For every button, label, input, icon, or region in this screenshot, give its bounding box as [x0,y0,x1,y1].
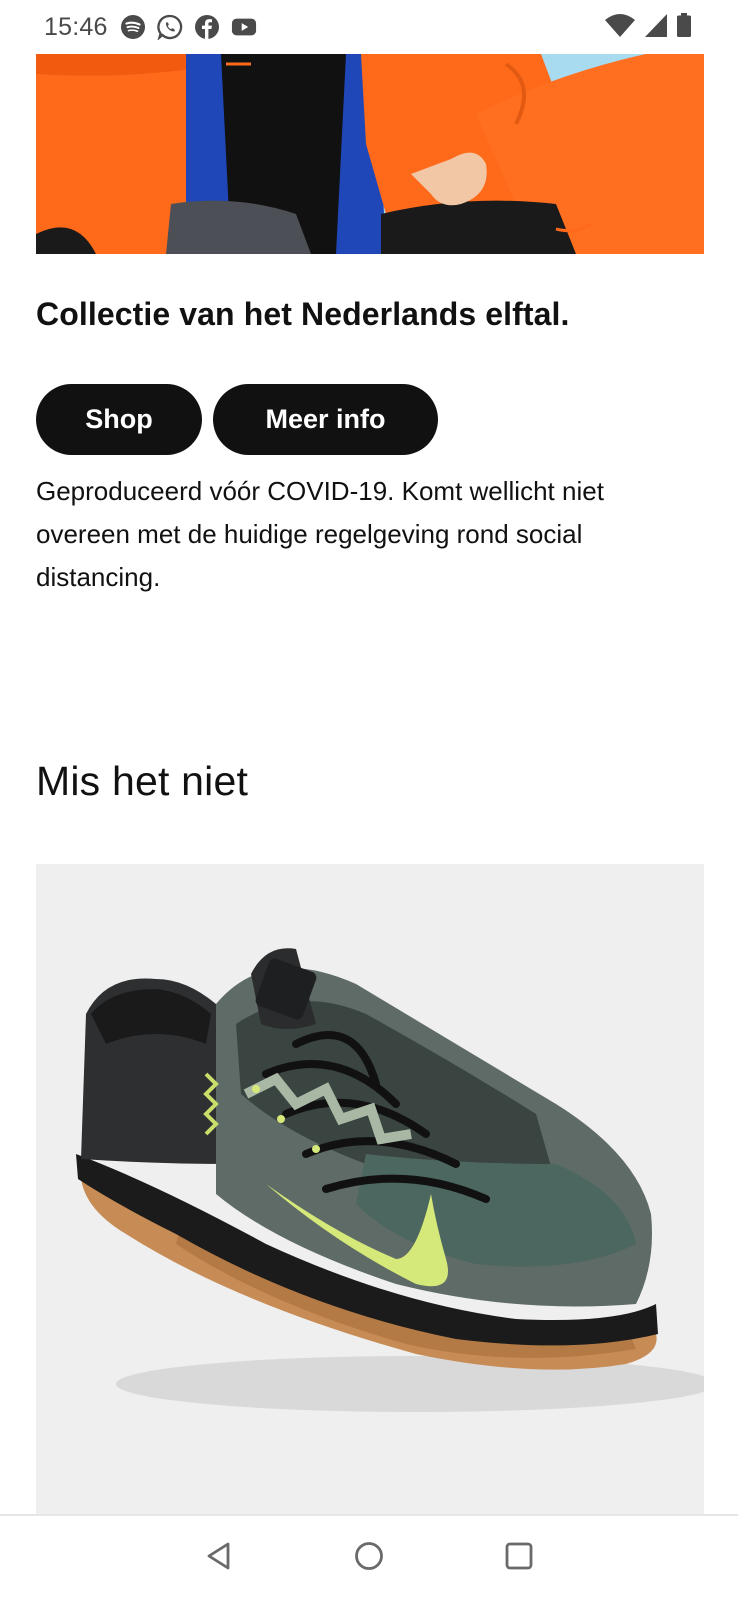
section-title: Mis het niet [36,758,249,804]
shoe-image [36,864,704,1514]
status-time: 15:46 [44,12,108,41]
product-card[interactable] [36,864,704,1514]
recents-button[interactable] [444,1515,594,1600]
whatsapp-icon [156,14,183,40]
status-right [604,12,692,43]
home-button[interactable] [294,1515,444,1600]
wifi-icon [604,12,636,43]
hero-button-row: Shop Meer info [36,384,438,455]
spotify-icon [120,14,146,40]
status-bar: 15:46 [0,0,738,54]
youtube-icon [231,14,257,40]
hero-photo [36,54,704,254]
cellular-signal-icon [644,12,668,43]
back-icon [204,1541,234,1576]
hero-title: Collectie van het Nederlands elftal. [36,296,570,332]
hero-image[interactable] [36,54,704,254]
navigation-bar [0,1514,738,1600]
home-icon [354,1541,384,1576]
battery-icon [676,12,692,43]
covid-disclaimer: Geproduceerd vóór COVID-19. Komt wellich… [36,476,604,592]
status-left: 15:46 [44,13,268,42]
facebook-icon [194,14,220,40]
screen: 15:46 Collectie van het Nederlands elfta… [0,0,738,1600]
shop-button[interactable]: Shop [36,384,202,455]
recents-icon [504,1541,534,1576]
more-info-button[interactable]: Meer info [213,384,438,455]
back-button[interactable] [144,1515,294,1600]
